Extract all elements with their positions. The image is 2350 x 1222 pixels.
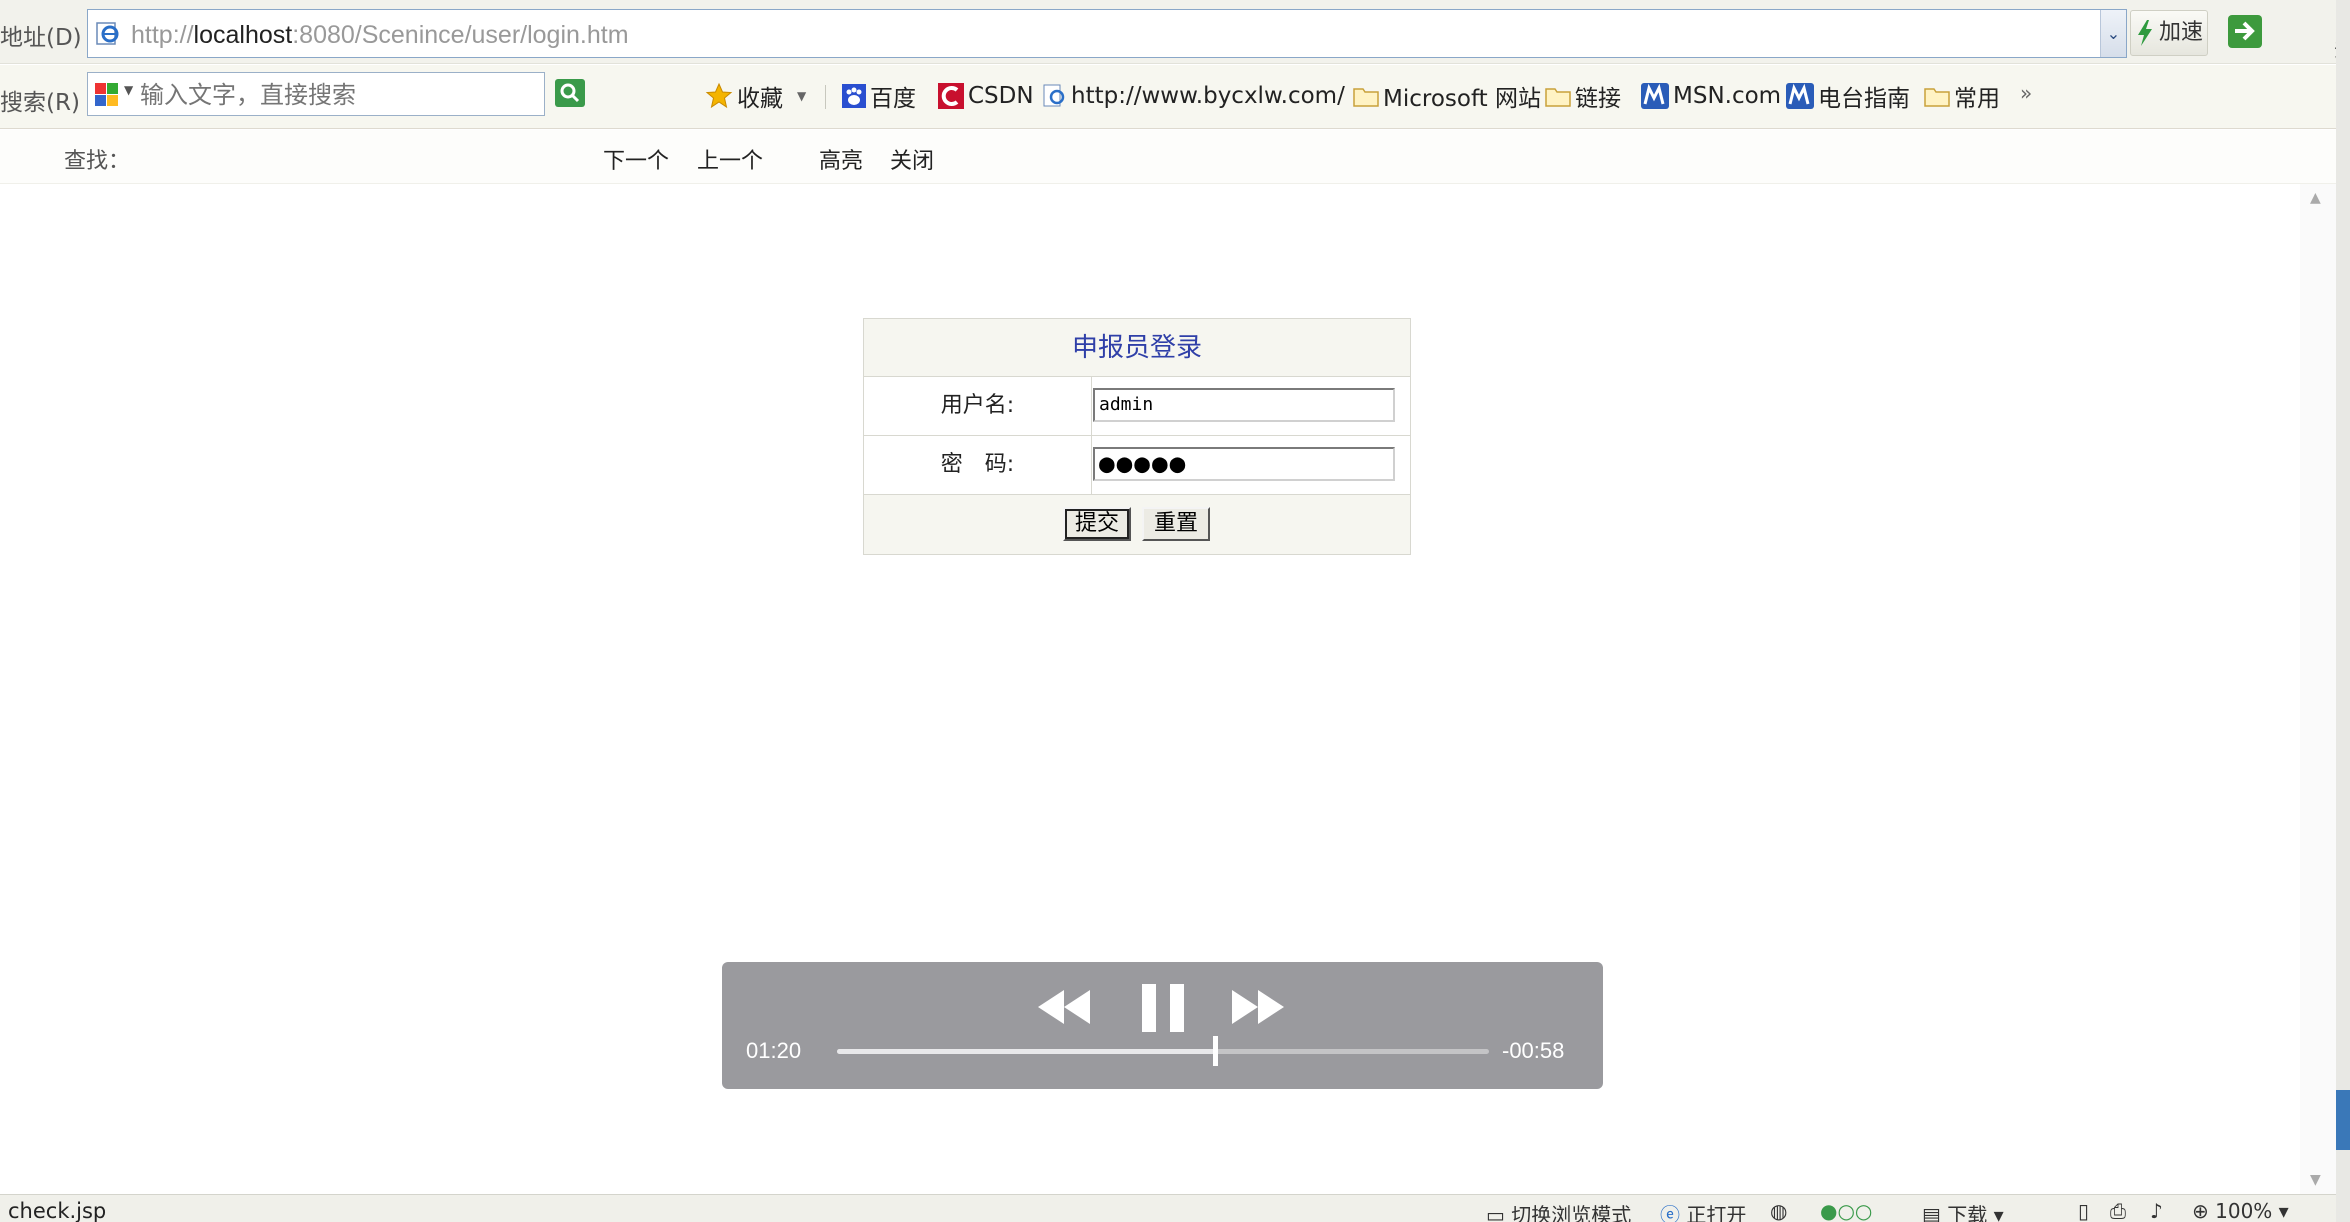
csdn-icon — [938, 83, 964, 109]
page-scrollbar[interactable]: ▲ ▼ — [2300, 184, 2336, 1194]
zoom-icon: ⊕ — [2192, 1199, 2209, 1222]
fav-folder-microsoft[interactable]: Microsoft 网站 — [1353, 79, 1541, 113]
password-label: 密 码: — [864, 436, 1092, 494]
address-url[interactable]: http://localhost:8080/Scenince/user/logi… — [131, 21, 629, 50]
video-player-controls: 01:20 -00:58 — [722, 962, 1603, 1089]
elapsed-time: 01:20 — [746, 1038, 802, 1063]
fav-link-csdn[interactable]: CSDN — [938, 79, 1034, 113]
toggle-icon[interactable]: ●○○ — [1820, 1199, 1872, 1222]
password-input[interactable]: ●●●●● — [1093, 447, 1395, 481]
search-label: 搜索(R) — [0, 90, 80, 116]
submit-button[interactable]: 提交 — [1063, 507, 1131, 541]
volume-icon[interactable]: ♪ — [2150, 1199, 2163, 1222]
go-button[interactable] — [2228, 15, 2262, 48]
address-dropdown-chevron-icon[interactable]: ⌄ — [2100, 10, 2126, 57]
download-button[interactable]: ▤ 下载 ▾ — [1922, 1199, 2004, 1222]
more-favorites-chevron-icon[interactable]: » — [2020, 81, 2032, 105]
folder-icon — [1924, 88, 1950, 107]
baidu-icon — [842, 84, 866, 108]
taskbar-edge — [2336, 1090, 2350, 1150]
search-button[interactable] — [555, 79, 585, 107]
globe-icon[interactable]: ◍ — [1770, 1199, 1787, 1222]
fast-forward-icon[interactable] — [1232, 990, 1284, 1024]
arrow-right-icon — [2235, 21, 2255, 41]
find-highlight-button[interactable]: 高亮 — [819, 143, 863, 175]
reopen-status: ⓔ 正打开 — [1660, 1199, 1746, 1222]
search-engine-icon — [95, 83, 118, 106]
fav-link-bycxlw[interactable]: http://www.bycxlw.com/ — [1043, 79, 1345, 113]
msn-icon — [1641, 83, 1669, 109]
zoom-control[interactable]: ⊕ 100% ▾ — [2192, 1199, 2289, 1222]
address-field[interactable]: http://localhost:8080/Scenince/user/logi… — [87, 9, 2127, 58]
login-title-row: 申报员登录 — [864, 319, 1410, 377]
password-row: 密 码: ●●●●● — [864, 436, 1410, 495]
download-icon: ▤ — [1922, 1203, 1941, 1222]
pause-icon[interactable] — [1140, 984, 1186, 1032]
folder-icon — [1353, 88, 1379, 107]
magnifier-icon — [560, 83, 580, 103]
fav-link-radio-guide[interactable]: 电台指南 — [1786, 79, 1910, 113]
rewind-icon[interactable] — [1038, 990, 1090, 1024]
fav-folder-links[interactable]: 链接 — [1545, 79, 1621, 113]
fav-link-msn[interactable]: MSN.com — [1641, 79, 1781, 113]
address-label: 地址(D) — [0, 25, 82, 51]
scroll-down-icon[interactable]: ▼ — [2310, 1172, 2321, 1188]
page-icon[interactable]: ▯ — [2078, 1199, 2089, 1222]
login-form: 申报员登录 用户名: admin 密 码: ●●●●● 提交 重置 — [863, 318, 1411, 555]
lightning-icon — [2138, 20, 2152, 46]
window-edge — [2336, 0, 2350, 1222]
favorites-menu-button[interactable]: 收藏 ▼ — [705, 79, 806, 113]
remaining-time: -00:58 — [1502, 1038, 1565, 1063]
ie-page-icon — [96, 22, 119, 45]
address-toolbar: 地址(D) http://localhost:8080/Scenince/use… — [0, 0, 2350, 65]
username-label: 用户名: — [864, 377, 1092, 435]
seek-bar-thumb[interactable] — [1213, 1036, 1219, 1066]
status-bar: check.jsp ▭ 切换浏览模式 ⓔ 正打开 ◍ ●○○ ▤ 下载 ▾ ▯ … — [0, 1194, 2336, 1222]
username-row: 用户名: admin — [864, 377, 1410, 436]
find-label: 查找： — [64, 149, 131, 174]
reset-button[interactable]: 重置 — [1142, 507, 1210, 541]
ie-icon: ⓔ — [1660, 1203, 1680, 1222]
star-icon — [705, 82, 733, 109]
speed-label: 加速 — [2159, 20, 2204, 45]
login-buttons-row: 提交 重置 — [864, 495, 1410, 554]
msn-icon — [1786, 83, 1814, 109]
username-input[interactable]: admin — [1093, 388, 1395, 422]
speed-button[interactable]: 加速 — [2130, 10, 2208, 56]
search-input[interactable] — [140, 81, 530, 109]
find-close-button[interactable]: 关闭 — [890, 143, 934, 175]
find-prev-button[interactable]: 上一个 — [697, 143, 763, 175]
scroll-up-icon[interactable]: ▲ — [2310, 190, 2321, 206]
printer-icon[interactable]: ⎙ — [2110, 1199, 2126, 1222]
toolbar-divider — [825, 85, 826, 109]
seek-bar[interactable] — [837, 1036, 1489, 1066]
find-next-button[interactable]: 下一个 — [603, 143, 669, 175]
seek-bar-fill — [837, 1049, 1216, 1054]
folder-icon — [1545, 88, 1571, 107]
search-field[interactable]: ▼ — [87, 72, 545, 116]
favorites-toolbar: 搜索(R) ▼ 收藏▼ 百度 CSDN http://www.bycxlw.co… — [0, 65, 2336, 129]
status-text: check.jsp — [8, 1199, 107, 1222]
find-bar: 查找： 下一个 上一个 高亮 关闭 — [0, 130, 2336, 184]
ie-page-icon — [1043, 84, 1065, 107]
fav-folder-common[interactable]: 常用 — [1924, 79, 2000, 113]
search-engine-dropdown-icon[interactable]: ▼ — [124, 83, 133, 97]
fav-link-baidu[interactable]: 百度 — [842, 79, 916, 113]
switch-mode-button[interactable]: ▭ 切换浏览模式 — [1486, 1199, 1631, 1222]
window-icon: ▭ — [1486, 1203, 1505, 1222]
login-title: 申报员登录 — [1071, 333, 1202, 363]
